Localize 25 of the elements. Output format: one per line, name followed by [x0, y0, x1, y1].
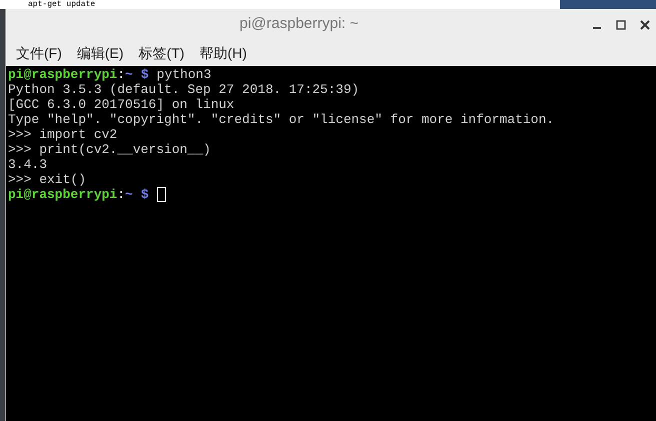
- window-title: pi@raspberrypi: ~: [238, 14, 360, 34]
- menu-item[interactable]: 标签(T): [138, 42, 184, 64]
- text-cursor: [156, 187, 166, 202]
- output-line: >>> import cv2: [8, 127, 118, 142]
- prompt-path: ~: [125, 187, 133, 202]
- maximize-icon[interactable]: [616, 20, 626, 30]
- prompt-separator: :: [117, 187, 126, 202]
- menu-item[interactable]: 编辑(E): [76, 42, 124, 64]
- output-line: 3.4.3: [8, 157, 48, 172]
- menu-item[interactable]: 文件(F): [16, 42, 62, 64]
- command-text: python3: [156, 67, 212, 82]
- output-line: >>> print(cv2.__version__): [8, 142, 211, 157]
- prompt-separator: :: [117, 67, 126, 82]
- prompt-host: pi@raspberrypi: [8, 187, 118, 202]
- prompt-symbol: $: [140, 187, 149, 202]
- output-line: >>> exit(): [8, 172, 86, 187]
- output-line: Type "help". "copyright". "credits" or "license" for more information.: [8, 112, 554, 127]
- output-line: [GCC 6.3.0 20170516] on linux: [8, 97, 234, 112]
- terminal-text: apt-get update: [28, 1, 96, 9]
- prompt-path: ~: [125, 67, 133, 82]
- output-line: Python 3.5.3 (default. Sep 27 2018. 17:25:39): [8, 82, 360, 97]
- prompt-symbol: $: [140, 67, 149, 82]
- menu-item[interactable]: 帮助(H): [199, 42, 247, 64]
- close-icon[interactable]: [640, 20, 650, 30]
- prompt-host: pi@raspberrypi: [8, 67, 118, 82]
